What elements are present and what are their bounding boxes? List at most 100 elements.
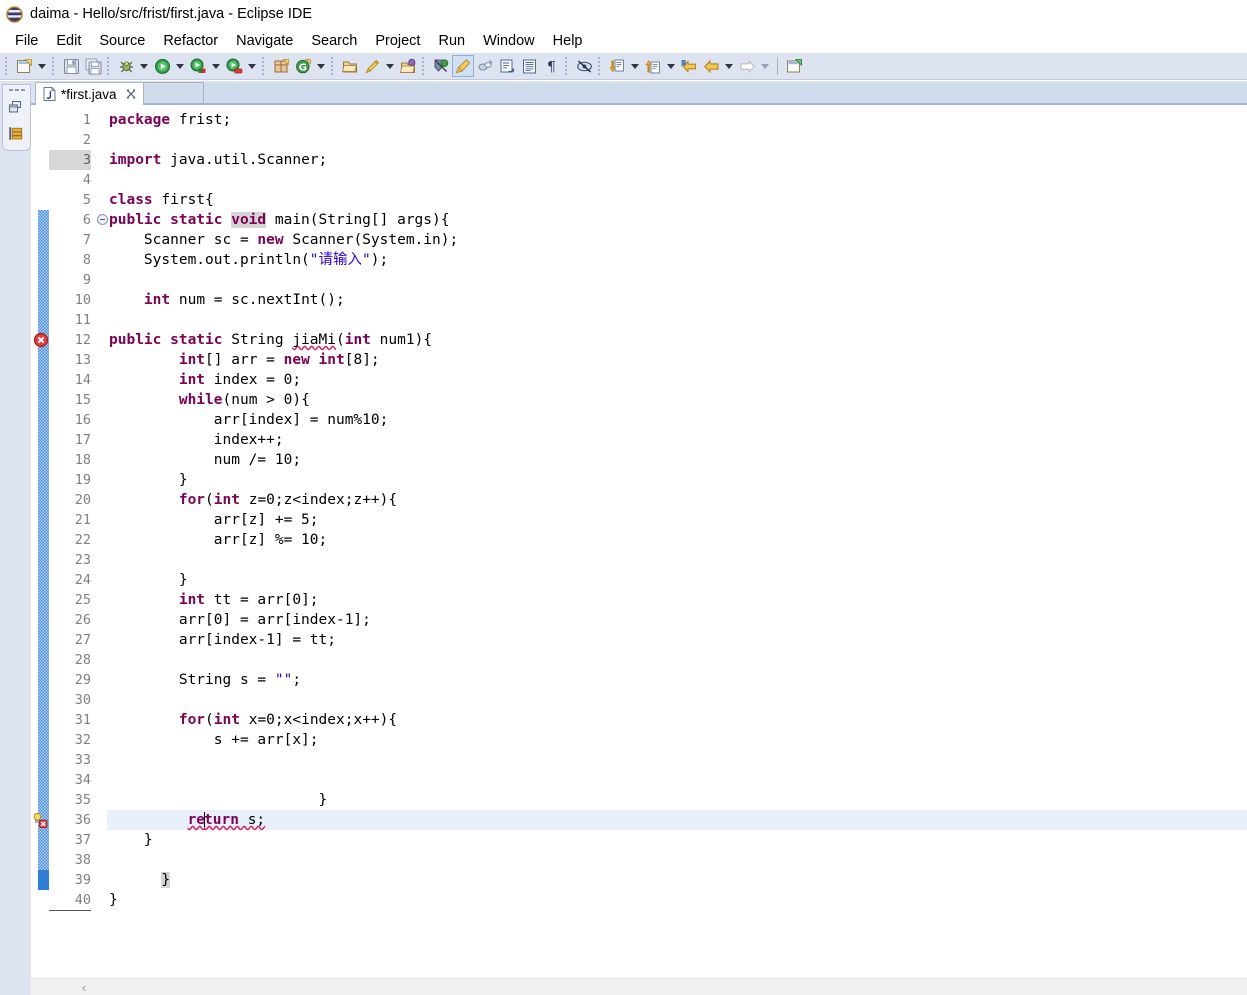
code-line[interactable]: arr[index-1] = tt; xyxy=(107,630,1247,650)
external-tools-dropdown-arrow[interactable] xyxy=(209,55,223,77)
code-line[interactable]: String s = ""; xyxy=(107,670,1247,690)
debug-dropdown-arrow[interactable] xyxy=(137,55,151,77)
code-line[interactable]: arr[0] = arr[index-1]; xyxy=(107,610,1247,630)
code-line[interactable]: s += arr[x]; xyxy=(107,730,1247,750)
code-line[interactable]: for(int x=0;x<index;x++){ xyxy=(107,710,1247,730)
view-stack-grip[interactable] xyxy=(3,85,30,94)
coverage-icon[interactable] xyxy=(223,55,245,77)
scroll-left-arrow[interactable]: ‹ xyxy=(75,980,93,995)
error-marker-icon[interactable] xyxy=(33,332,49,348)
restore-view-icon[interactable] xyxy=(3,94,28,120)
menu-window[interactable]: Window xyxy=(474,31,544,51)
new-class-dropdown-arrow[interactable] xyxy=(314,55,328,77)
new-window-icon[interactable] xyxy=(783,55,805,77)
code-line[interactable]: arr[index] = num%10; xyxy=(107,410,1247,430)
code-line[interactable]: int index = 0; xyxy=(107,370,1247,390)
code-line[interactable] xyxy=(107,750,1247,770)
menu-search[interactable]: Search xyxy=(302,31,366,51)
toggle-mark-occurrences-icon[interactable] xyxy=(452,55,474,77)
code-line[interactable]: System.out.println("请输入"); xyxy=(107,250,1247,270)
code-line[interactable] xyxy=(107,270,1247,290)
fold-collapse-icon[interactable] xyxy=(97,214,108,225)
code-line[interactable]: num /= 10; xyxy=(107,450,1247,470)
code-text[interactable]: package frist; import java.util.Scanner; c… xyxy=(107,105,1247,978)
code-line[interactable]: while(num > 0){ xyxy=(107,390,1247,410)
code-line[interactable]: } xyxy=(107,830,1247,850)
code-line[interactable]: package frist; xyxy=(107,110,1247,130)
code-line[interactable] xyxy=(107,770,1247,790)
code-line[interactable]: } xyxy=(107,470,1247,490)
annotation-ruler[interactable] xyxy=(31,105,49,978)
link-with-editor-icon[interactable] xyxy=(474,55,496,77)
previous-edit-dropdown-arrow[interactable] xyxy=(664,55,678,77)
new-class-icon[interactable]: G xyxy=(292,55,314,77)
save-all-icon[interactable] xyxy=(82,55,104,77)
package-explorer-icon[interactable] xyxy=(3,120,28,146)
new-wizard-icon[interactable] xyxy=(13,55,35,77)
search-dropdown-arrow[interactable] xyxy=(383,55,397,77)
forward-history-dropdown-arrow[interactable] xyxy=(758,55,772,77)
save-icon[interactable] xyxy=(60,55,82,77)
code-line[interactable]: } xyxy=(107,570,1247,590)
menu-project[interactable]: Project xyxy=(366,31,429,51)
toggle-block-selection-icon[interactable] xyxy=(573,55,595,77)
back-history-icon[interactable] xyxy=(678,55,700,77)
code-line[interactable]: return s; xyxy=(107,810,1247,830)
menu-source[interactable]: Source xyxy=(90,31,154,51)
menu-file[interactable]: File xyxy=(6,31,47,51)
code-line[interactable]: index++; xyxy=(107,430,1247,450)
skip-breakpoints-icon[interactable] xyxy=(430,55,452,77)
code-line[interactable]: arr[z] += 5; xyxy=(107,510,1247,530)
code-line[interactable] xyxy=(107,130,1247,150)
new-java-package-icon[interactable] xyxy=(270,55,292,77)
code-line[interactable] xyxy=(107,690,1247,710)
debug-icon[interactable] xyxy=(115,55,137,77)
code-line[interactable]: for(int z=0;z<index;z++){ xyxy=(107,490,1247,510)
java-source-editor[interactable]: 1 2 3 4 5 6 7 8 9 10 11 12 13 14 15 16 17 18 19 20 21 22 23 24 2… xyxy=(31,105,1247,995)
code-line[interactable] xyxy=(107,650,1247,670)
code-line[interactable]: class first{ xyxy=(107,190,1247,210)
menu-run[interactable]: Run xyxy=(429,31,474,51)
code-line[interactable]: } xyxy=(107,790,1247,810)
open-type-icon[interactable] xyxy=(339,55,361,77)
code-line[interactable] xyxy=(107,310,1247,330)
previous-edit-position-icon[interactable] xyxy=(642,55,664,77)
forward-history-icon[interactable] xyxy=(736,55,758,77)
code-line[interactable]: arr[z] %= 10; xyxy=(107,530,1247,550)
code-line[interactable] xyxy=(107,550,1247,570)
code-line[interactable]: int tt = arr[0]; xyxy=(107,590,1247,610)
menu-navigate[interactable]: Navigate xyxy=(227,31,302,51)
quick-fix-error-marker-icon[interactable] xyxy=(31,812,49,828)
horizontal-scrollbar[interactable]: ‹ xyxy=(31,978,1247,995)
code-line[interactable]: Scanner sc = new Scanner(System.in); xyxy=(107,230,1247,250)
code-line[interactable]: public static String jiaMi(int num1){ xyxy=(107,330,1247,350)
editor-text-canvas[interactable]: 1 2 3 4 5 6 7 8 9 10 11 12 13 14 15 16 17 18 19 20 21 22 23 24 2… xyxy=(31,105,1247,978)
code-line[interactable]: } xyxy=(107,870,1247,890)
menu-help[interactable]: Help xyxy=(544,31,592,51)
search-pencil-icon[interactable] xyxy=(361,55,383,77)
code-line[interactable]: public static void main(String[] args){ xyxy=(107,210,1247,230)
show-whitespace-icon[interactable] xyxy=(518,55,540,77)
back-history-dropdown-arrow[interactable] xyxy=(722,55,736,77)
pilcrow-icon[interactable]: ¶ xyxy=(540,55,562,77)
next-edit-position-icon[interactable] xyxy=(606,55,628,77)
code-line[interactable] xyxy=(107,850,1247,870)
next-edit-dropdown-arrow[interactable] xyxy=(628,55,642,77)
code-line[interactable]: int num = sc.nextInt(); xyxy=(107,290,1247,310)
menu-edit[interactable]: Edit xyxy=(47,31,90,51)
run-icon[interactable] xyxy=(151,55,173,77)
close-icon[interactable] xyxy=(125,88,137,100)
code-line[interactable]: import java.util.Scanner; xyxy=(107,150,1247,170)
run-dropdown-arrow[interactable] xyxy=(173,55,187,77)
code-line[interactable] xyxy=(107,170,1247,190)
run-external-tools-icon[interactable] xyxy=(187,55,209,77)
menu-refactor[interactable]: Refactor xyxy=(154,31,227,51)
next-annotation-icon[interactable] xyxy=(496,55,518,77)
code-line[interactable]: } xyxy=(107,890,1247,910)
coverage-dropdown-arrow[interactable] xyxy=(245,55,259,77)
open-task-icon[interactable] xyxy=(397,55,419,77)
new-wizard-dropdown-arrow[interactable] xyxy=(35,55,49,77)
code-line[interactable]: int[] arr = new int[8]; xyxy=(107,350,1247,370)
back-history-plain-icon[interactable] xyxy=(700,55,722,77)
editor-tab-first-java[interactable]: *first.java xyxy=(35,82,144,105)
